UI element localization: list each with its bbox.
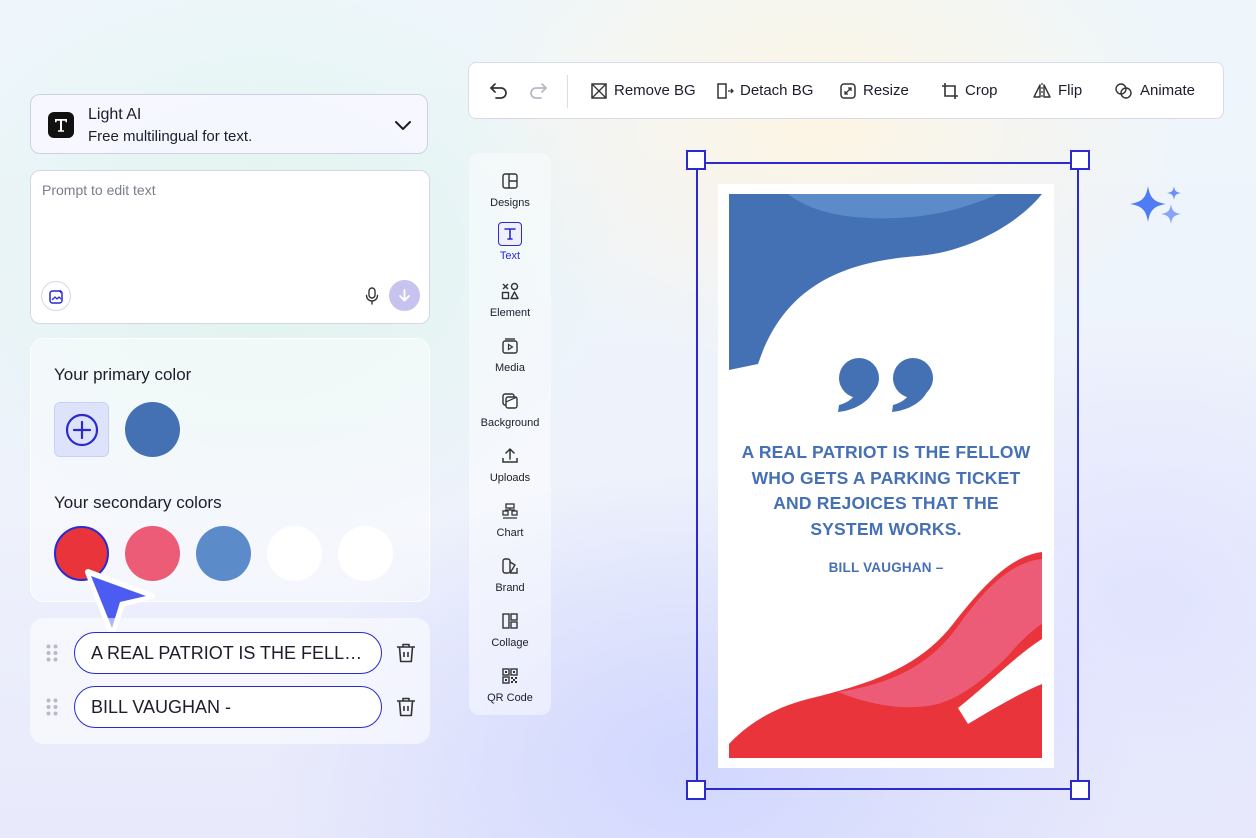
resize-handle-bottom-left[interactable] <box>686 780 706 800</box>
media-icon <box>502 338 518 354</box>
crop-icon <box>942 82 958 99</box>
detach-bg-button[interactable]: Detach BG <box>716 63 813 118</box>
detach-bg-icon <box>717 82 734 99</box>
brand-colors-panel: Your primary color Your secondary colors <box>30 338 430 602</box>
chart-icon <box>502 503 518 519</box>
microphone-icon[interactable] <box>364 287 380 310</box>
rail-item-background[interactable]: Background <box>469 389 551 439</box>
rail-item-media[interactable]: Media <box>469 334 551 384</box>
sparkle-icon <box>1130 186 1181 224</box>
rail-label: Background <box>480 417 540 429</box>
trash-icon[interactable] <box>394 641 418 670</box>
rail-item-qr-code[interactable]: QR Code <box>469 664 551 714</box>
rail-item-element[interactable]: Element <box>469 279 551 329</box>
chevron-down-icon[interactable] <box>393 115 413 140</box>
primary-color-label: Your primary color <box>54 365 192 384</box>
secondary-colors-label: Your secondary colors <box>54 493 222 512</box>
rail-label: Designs <box>490 197 530 209</box>
rail-item-text[interactable]: Text <box>469 222 551 272</box>
prompt-input[interactable] <box>40 180 414 274</box>
rail-label: Text <box>499 250 521 262</box>
upload-icon <box>502 448 518 463</box>
flip-button[interactable]: Flip <box>1032 63 1082 118</box>
selection-box[interactable] <box>696 162 1079 790</box>
resize-handle-top-left[interactable] <box>686 150 706 170</box>
drag-handle-icon[interactable] <box>46 644 58 662</box>
prompt-box <box>30 170 430 324</box>
image-edit-icon <box>49 289 63 304</box>
image-edit-button[interactable] <box>41 281 71 311</box>
text-layer-input[interactable]: A REAL PATRIOT IS THE FELLOW WHO GETS A … <box>74 632 382 674</box>
add-color-button[interactable] <box>54 402 109 457</box>
collage-icon <box>502 613 518 629</box>
side-rail: Designs Text Element Media Background Up… <box>469 153 551 715</box>
rail-item-brand[interactable]: Brand <box>469 554 551 604</box>
remove-bg-icon <box>591 82 607 99</box>
remove-bg-button[interactable]: Remove BG <box>590 63 696 118</box>
text-icon <box>504 228 516 240</box>
secondary-color-swatch-3[interactable] <box>196 526 251 581</box>
secondary-color-swatch-5[interactable] <box>338 526 393 581</box>
crop-button[interactable]: Crop <box>941 63 998 118</box>
rail-label: Collage <box>491 637 529 649</box>
secondary-color-swatch-4[interactable] <box>267 526 322 581</box>
model-name: Light AI <box>88 106 142 123</box>
flip-label: Flip <box>1058 82 1083 99</box>
resize-button[interactable]: Resize <box>839 63 909 118</box>
rail-label: Chart <box>496 527 524 539</box>
model-selector[interactable]: Light AI Free multilingual for text. <box>30 94 428 154</box>
animate-icon <box>1115 82 1132 99</box>
rail-label: QR Code <box>487 692 533 704</box>
model-description: Free multilingual for text. <box>88 128 253 145</box>
detach-bg-label: Detach BG <box>740 82 814 99</box>
model-logo-icon <box>48 112 74 138</box>
rail-item-designs[interactable]: Designs <box>469 169 551 219</box>
background-icon <box>502 393 518 409</box>
resize-handle-top-right[interactable] <box>1070 150 1090 170</box>
text-layers-panel: A REAL PATRIOT IS THE FELLOW WHO GETS A … <box>30 618 430 744</box>
trash-icon[interactable] <box>394 695 418 724</box>
rail-label: Brand <box>495 582 525 594</box>
rail-item-collage[interactable]: Collage <box>469 609 551 659</box>
plus-circle-icon <box>65 413 99 447</box>
shapes-icon <box>501 282 519 300</box>
drag-handle-icon[interactable] <box>46 698 58 716</box>
redo-icon[interactable] <box>527 80 549 107</box>
primary-color-swatch[interactable] <box>125 402 180 457</box>
layout-icon <box>502 173 518 189</box>
rail-label: Element <box>489 307 531 319</box>
rail-item-uploads[interactable]: Uploads <box>469 444 551 494</box>
send-button[interactable] <box>389 280 420 311</box>
text-layer-input[interactable]: BILL VAUGHAN - <box>74 686 382 728</box>
rail-item-chart[interactable]: Chart <box>469 499 551 549</box>
animate-button[interactable]: Animate <box>1114 63 1195 118</box>
crop-label: Crop <box>965 82 998 99</box>
toolbar-divider <box>567 75 568 108</box>
resize-label: Resize <box>863 82 909 99</box>
animate-label: Animate <box>1140 82 1196 99</box>
rail-label: Media <box>495 362 525 374</box>
brand-icon <box>502 558 518 574</box>
flip-icon <box>1033 82 1051 99</box>
undo-icon[interactable] <box>488 80 510 107</box>
editor-toolbar: Remove BG Detach BG Resize Crop Flip Ani… <box>468 62 1224 119</box>
rail-label: Uploads <box>489 472 531 484</box>
qr-code-icon <box>502 668 518 684</box>
resize-handle-bottom-right[interactable] <box>1070 780 1090 800</box>
resize-icon <box>840 82 856 99</box>
remove-bg-label: Remove BG <box>614 82 696 99</box>
arrow-down-icon <box>399 289 410 302</box>
